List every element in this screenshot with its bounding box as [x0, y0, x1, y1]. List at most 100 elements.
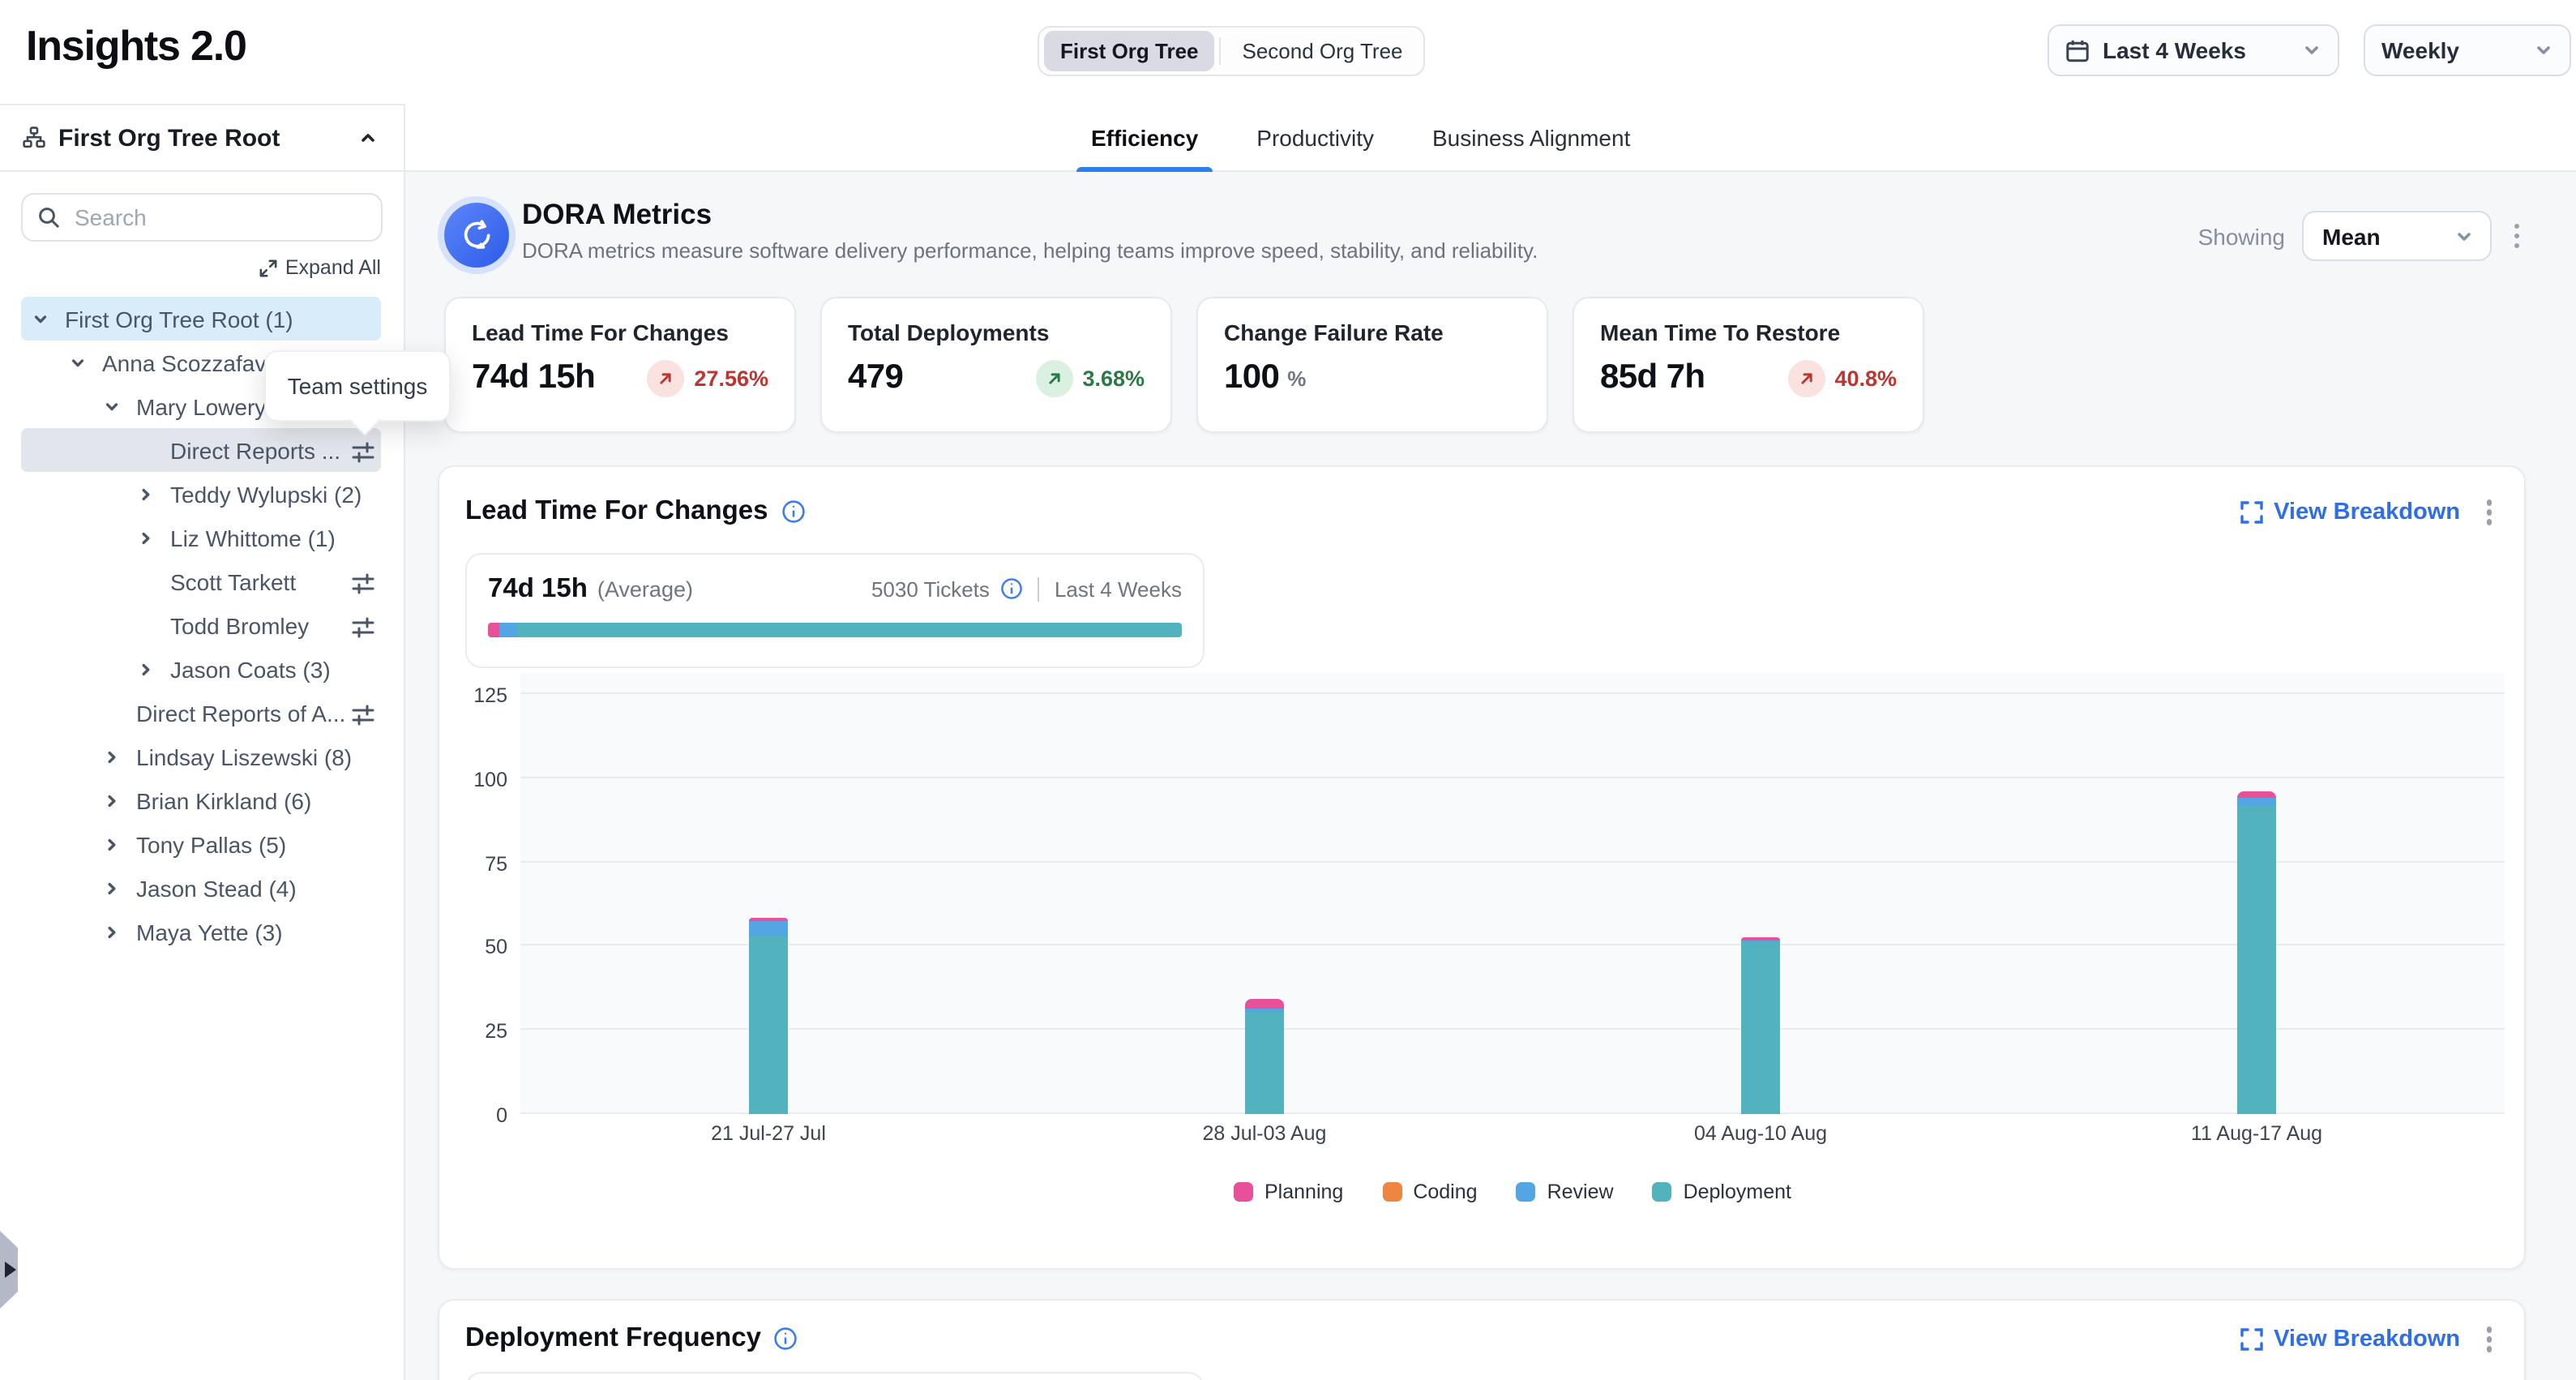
- granularity-select[interactable]: Weekly: [2364, 24, 2571, 76]
- info-icon[interactable]: [781, 500, 806, 525]
- tree-item-label: Brian Kirkland (6): [136, 787, 311, 813]
- x-axis-label-04-aug-10-aug: 04 Aug-10 Aug: [1513, 1122, 2009, 1145]
- drawer-handle-arrow-icon: [4, 1262, 15, 1278]
- lead-time-actions: View Breakdown: [2240, 493, 2498, 531]
- tree-item-liz-whittome-1[interactable]: Liz Whittome (1): [21, 516, 381, 559]
- metric-card-title: Mean Time To Restore: [1600, 319, 1897, 345]
- legend-planning[interactable]: Planning: [1234, 1181, 1343, 1203]
- tree-item-jason-stead-4[interactable]: Jason Stead (4): [21, 866, 381, 910]
- deployment-frequency-title: Deployment Frequency: [465, 1324, 761, 1355]
- tree-item-todd-bromley[interactable]: Todd Bromley: [21, 603, 381, 647]
- showing-cluster: Showing Mean: [2198, 211, 2526, 261]
- tree-item-label: Maya Yette (3): [136, 919, 283, 945]
- lead-time-menu-button[interactable]: [2480, 493, 2498, 531]
- legend-label: Coding: [1413, 1181, 1477, 1203]
- metric-card-title: Total Deployments: [848, 319, 1145, 345]
- chevron-right-icon[interactable]: [138, 529, 154, 546]
- chevron-right-icon[interactable]: [104, 792, 120, 808]
- separator: [1038, 576, 1040, 601]
- metric-card-total-deployments: Total Deployments4793.68%: [820, 297, 1172, 433]
- bar-04-aug-10-aug[interactable]: [1741, 673, 1780, 1114]
- bar-segment-deployment: [2237, 807, 2276, 1114]
- tree-item-scott-tarkett[interactable]: Scott Tarkett: [21, 559, 381, 603]
- x-axis-label-21-jul-27-jul: 21 Jul-27 Jul: [520, 1122, 1016, 1145]
- team-settings-icon[interactable]: [349, 612, 381, 638]
- date-range-value: Last 4 Weeks: [2103, 37, 2246, 63]
- info-icon[interactable]: [774, 1327, 798, 1352]
- tabs-band: Efficiency Productivity Business Alignme…: [405, 104, 2576, 172]
- chevron-right-icon[interactable]: [104, 836, 120, 852]
- y-axis-label-25: 25: [446, 1020, 507, 1043]
- bar-segment-deployment: [1741, 943, 1780, 1114]
- tree-item-label: Jason Coats (3): [170, 656, 331, 682]
- expand-all-button[interactable]: Expand All: [259, 256, 381, 279]
- tooltip-text: Team settings: [288, 373, 428, 399]
- deployment-view-breakdown-button[interactable]: View Breakdown: [2240, 1326, 2460, 1352]
- view-breakdown-icon: [2240, 1328, 2262, 1351]
- chevron-down-icon: [2302, 41, 2321, 60]
- tree-item-first-org-tree-root-1[interactable]: First Org Tree Root (1): [21, 297, 381, 341]
- sidebar-root-label: First Org Tree Root: [58, 124, 280, 152]
- toggle-first-org-tree[interactable]: First Org Tree: [1044, 31, 1215, 71]
- chevron-right-icon[interactable]: [138, 486, 154, 502]
- tree-item-brian-kirkland-6[interactable]: Brian Kirkland (6): [21, 778, 381, 822]
- x-axis-label-28-jul-03-aug: 28 Jul-03 Aug: [1016, 1122, 1513, 1145]
- deployment-summary-card: [465, 1371, 1205, 1380]
- metric-card-lead-time-for-changes: Lead Time For Changes74d 15h27.56%: [444, 297, 796, 433]
- toggle-second-org-tree[interactable]: Second Org Tree: [1226, 31, 1419, 71]
- date-range-select[interactable]: Last 4 Weeks: [2048, 24, 2339, 76]
- trend-badge: 40.8%: [1787, 359, 1897, 396]
- bar-28-jul-03-aug[interactable]: [1245, 673, 1284, 1114]
- sidebar-drawer-handle[interactable]: [0, 1231, 18, 1309]
- team-settings-icon[interactable]: [349, 568, 381, 594]
- team-settings-icon[interactable]: [349, 437, 381, 463]
- tree-item-label: Anna Scozzafava: [102, 349, 279, 375]
- legend-deployment[interactable]: Deployment: [1653, 1181, 1791, 1203]
- chart-x-axis-labels: 21 Jul-27 Jul28 Jul-03 Aug04 Aug-10 Aug1…: [520, 1122, 2505, 1145]
- tree-item-label: Todd Bromley: [170, 612, 309, 638]
- bar-21-jul-27-jul[interactable]: [749, 673, 788, 1114]
- lead-time-average-label: (Average): [597, 576, 693, 601]
- deployment-menu-button[interactable]: [2480, 1320, 2498, 1358]
- bar-11-aug-17-aug[interactable]: [2237, 673, 2276, 1114]
- legend-swatch: [1653, 1182, 1672, 1202]
- dora-metrics-title: DORA Metrics: [522, 198, 712, 232]
- tree-item-label: Lindsay Liszewski (8): [136, 744, 352, 769]
- tree-item-tony-pallas-5[interactable]: Tony Pallas (5): [21, 822, 381, 866]
- tree-item-jason-coats-3[interactable]: Jason Coats (3): [21, 647, 381, 691]
- tree-item-lindsay-liszewski-8[interactable]: Lindsay Liszewski (8): [21, 735, 381, 778]
- tree-item-direct-reports[interactable]: Direct Reports ...: [21, 428, 381, 472]
- metric-card-unit: %: [1287, 366, 1306, 390]
- chevron-down-icon[interactable]: [104, 398, 120, 414]
- tab-business-alignment[interactable]: Business Alignment: [1418, 104, 1645, 170]
- granularity-value: Weekly: [2381, 37, 2459, 63]
- chevron-right-icon[interactable]: [104, 924, 120, 940]
- dora-menu-button[interactable]: [2507, 217, 2526, 255]
- tree-item-maya-yette-3[interactable]: Maya Yette (3): [21, 910, 381, 954]
- showing-mean-select[interactable]: Mean: [2301, 211, 2491, 261]
- app: Insights 2.0 First Org Tree Second Org T…: [0, 0, 2576, 1380]
- lead-time-view-breakdown-button[interactable]: View Breakdown: [2240, 499, 2460, 525]
- tab-productivity[interactable]: Productivity: [1242, 104, 1389, 170]
- info-icon[interactable]: [1001, 577, 1024, 600]
- search-input[interactable]: [71, 203, 366, 232]
- lead-time-average-value: 74d 15h: [488, 573, 588, 604]
- summary-range: Last 4 Weeks: [1055, 576, 1182, 601]
- metric-card-value: 479: [848, 358, 903, 397]
- search-icon: [37, 206, 60, 229]
- tree-item-direct-reports-of-a[interactable]: Direct Reports of A...: [21, 691, 381, 735]
- tab-efficiency[interactable]: Efficiency: [1076, 104, 1213, 170]
- legend-review[interactable]: Review: [1517, 1181, 1614, 1203]
- chevron-right-icon[interactable]: [138, 661, 154, 677]
- tree-item-teddy-wylupski-2[interactable]: Teddy Wylupski (2): [21, 472, 381, 516]
- bar-segment-review: [749, 921, 788, 936]
- x-axis-label-11-aug-17-aug: 11 Aug-17 Aug: [2009, 1122, 2505, 1145]
- team-settings-icon[interactable]: [349, 700, 381, 726]
- chevron-down-icon[interactable]: [70, 354, 86, 371]
- legend-coding[interactable]: Coding: [1382, 1181, 1477, 1203]
- chevron-down-icon[interactable]: [32, 311, 49, 327]
- chevron-right-icon[interactable]: [104, 880, 120, 896]
- bar-segment-planning: [1245, 998, 1284, 1009]
- chevron-right-icon[interactable]: [104, 748, 120, 765]
- collapse-tree-button[interactable]: [355, 125, 381, 151]
